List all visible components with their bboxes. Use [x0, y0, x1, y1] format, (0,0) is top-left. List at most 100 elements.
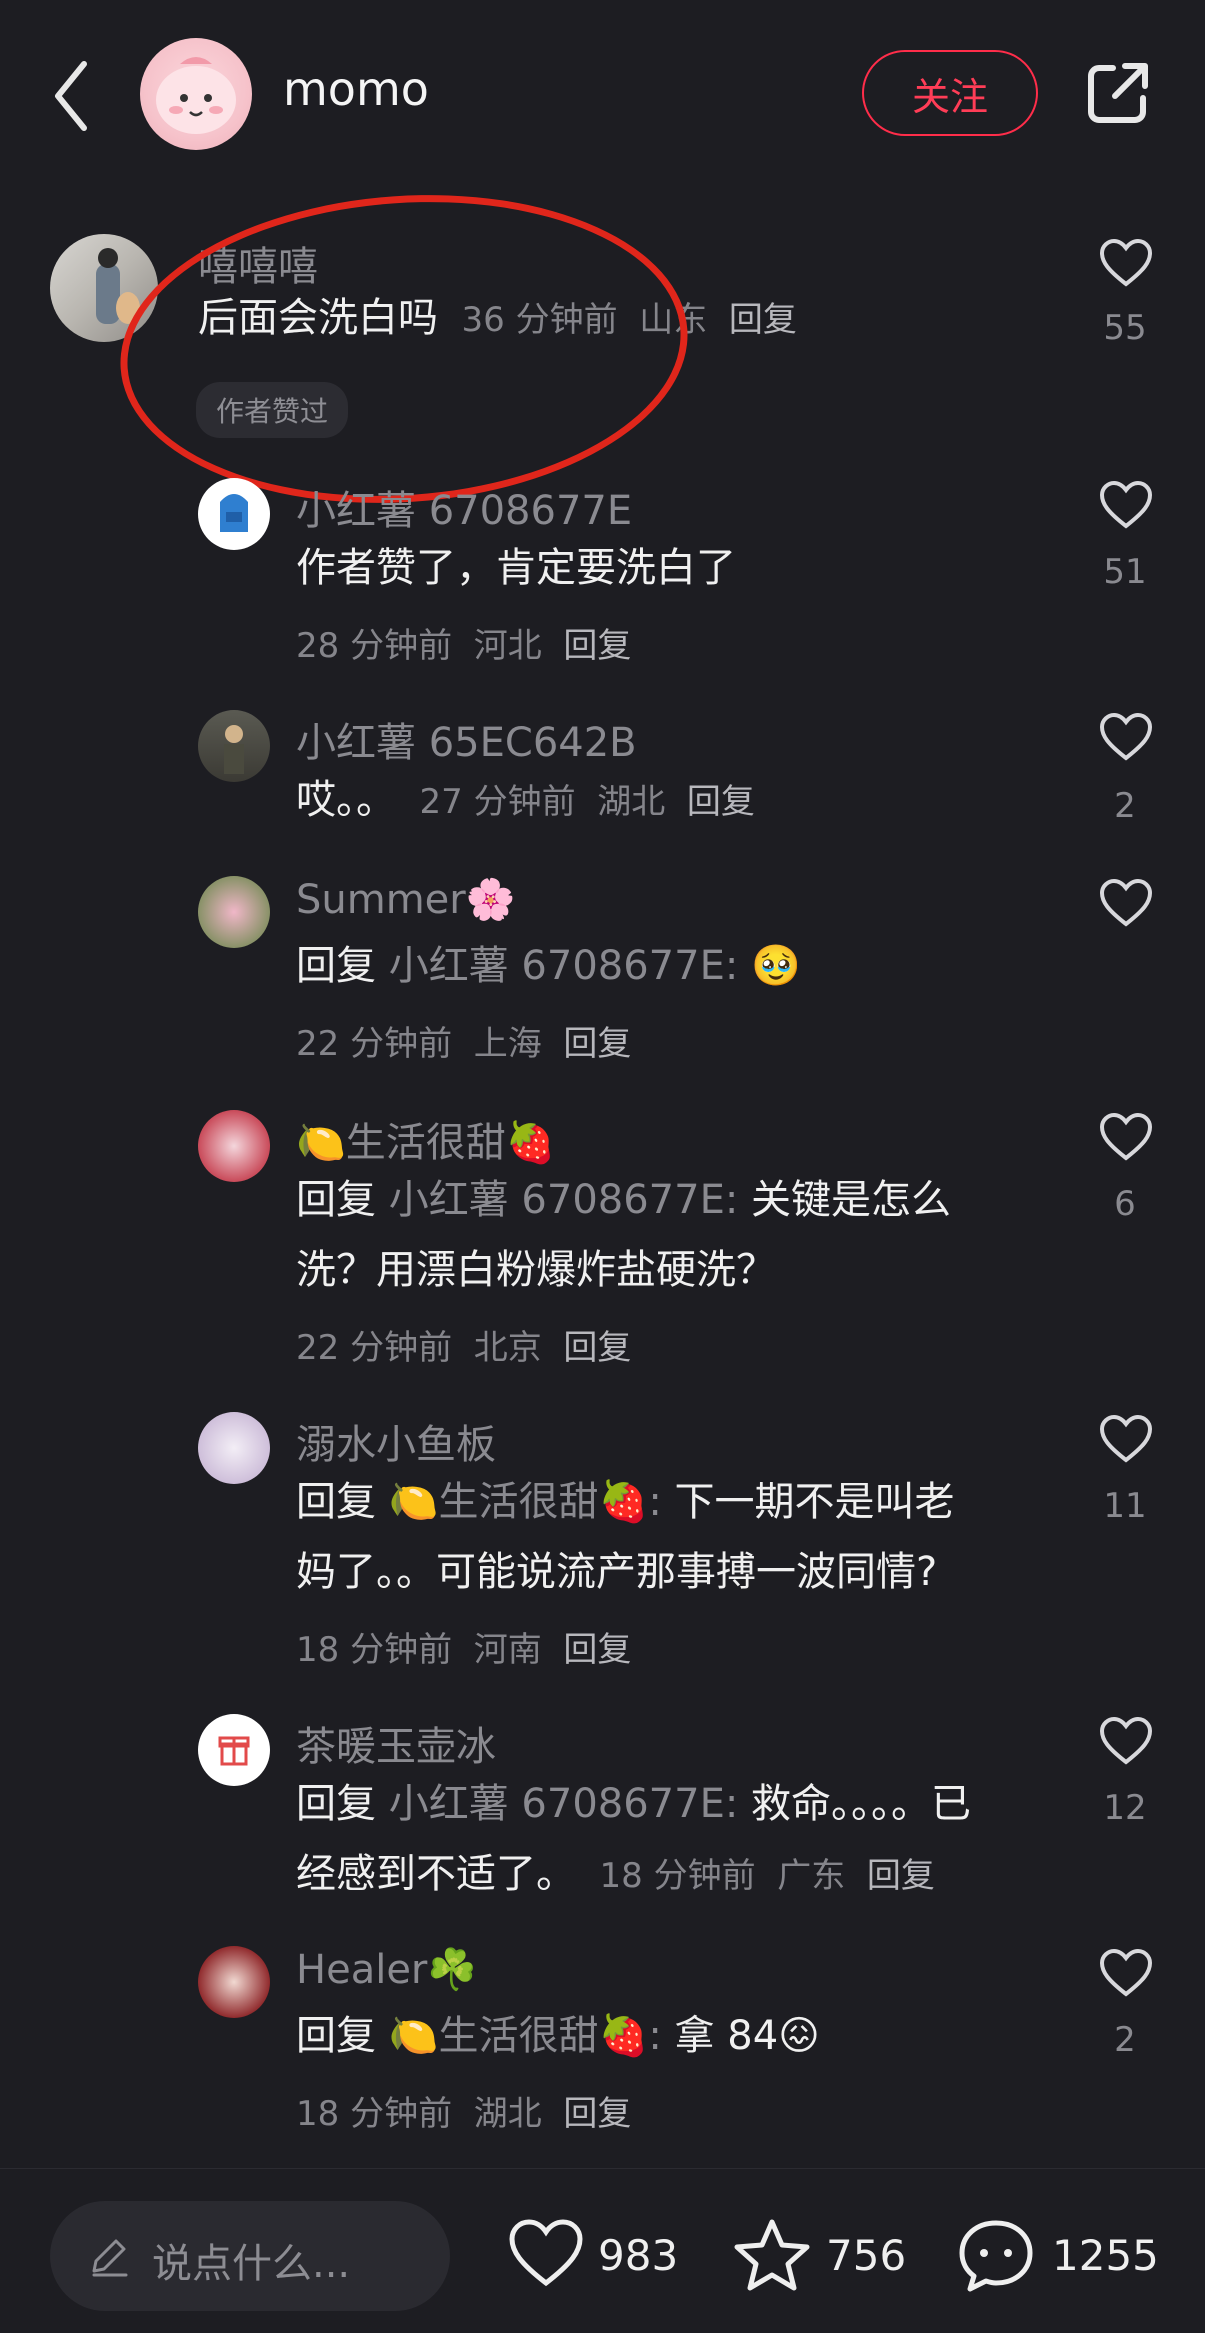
reply-location: 河北 — [473, 626, 542, 666]
heart-icon[interactable] — [1098, 878, 1156, 932]
favorite-button[interactable]: 756 — [732, 2217, 912, 2297]
reply-text: 拿 84😖 — [674, 2013, 820, 2059]
reply-body: 回复 小红薯 6708677E: 关键是怎么 — [296, 1166, 951, 1234]
heart-icon[interactable] — [1098, 238, 1156, 292]
reply-time: 28 分钟前 — [296, 626, 453, 666]
reply-meta: 22 分钟前 上海 回复 — [296, 1016, 631, 1065]
pencil-icon — [92, 2239, 128, 2277]
like-count: 11 — [1103, 1486, 1147, 1526]
reply-text-line-2: 经感到不适了。 — [296, 1851, 576, 1897]
reply-text-line-2: 妈了。。可能说流产那事搏一波同情? — [296, 1549, 938, 1595]
heart-icon — [509, 2219, 583, 2287]
like-count: 55 — [1103, 308, 1147, 348]
avatar[interactable] — [198, 1946, 270, 2018]
avatar[interactable] — [198, 876, 270, 948]
reply-to-user[interactable]: 小红薯 6708677E: — [389, 1781, 739, 1827]
reply-link[interactable]: 回复 — [563, 1630, 631, 1670]
reply-time: 18 分钟前 — [599, 1856, 756, 1896]
reply-location: 北京 — [473, 1328, 542, 1368]
heart-icon[interactable] — [1098, 1112, 1156, 1166]
reply-location: 河南 — [473, 1630, 542, 1670]
reply-meta: 18 分钟前 河南 回复 — [296, 1622, 631, 1671]
reply-username[interactable]: Summer🌸 — [296, 876, 516, 923]
heart-icon[interactable] — [1098, 480, 1156, 534]
avatar[interactable] — [198, 1110, 270, 1182]
bottom-bar: 说点什么... 983 756 1255 — [0, 2168, 1205, 2333]
back-icon[interactable] — [48, 56, 98, 136]
author-liked-badge: 作者赞过 — [196, 382, 349, 438]
reply-to-user[interactable]: 🍋生活很甜🍓: — [389, 2013, 662, 2059]
reply-meta: 18 分钟前 湖北 回复 — [296, 2086, 631, 2135]
reply-link[interactable]: 回复 — [729, 300, 797, 340]
avatar[interactable] — [50, 234, 158, 342]
avatar[interactable] — [198, 710, 270, 782]
reply-prefix: 回复 — [296, 2013, 376, 2059]
reply-link[interactable]: 回复 — [563, 1328, 631, 1368]
reply-to-user[interactable]: 小红薯 6708677E: — [389, 943, 739, 989]
reply-prefix: 回复 — [296, 943, 376, 989]
chat-icon — [959, 2220, 1033, 2292]
like-count: 2 — [1114, 786, 1136, 826]
comment-total: 1255 — [1052, 2231, 1159, 2280]
heart-icon[interactable] — [1098, 1414, 1156, 1468]
comment-body: 后面会洗白吗 36 分钟前 山东 回复 — [198, 284, 797, 354]
reply-username[interactable]: Healer☘️ — [296, 1946, 477, 1993]
reply-username[interactable]: 小红薯 6708677E — [296, 478, 632, 536]
reply-location: 湖北 — [597, 782, 666, 822]
like-count: 12 — [1103, 1788, 1147, 1828]
like-count: 6 — [1114, 1184, 1136, 1224]
reply-meta: 18 分钟前 广东 回复 — [589, 1856, 935, 1896]
like-button[interactable]: 983 — [506, 2217, 686, 2297]
comment-input-placeholder: 说点什么... — [152, 2241, 351, 2287]
heart-icon[interactable] — [1098, 1716, 1156, 1770]
reply-text: 🥹 — [751, 943, 801, 989]
avatar[interactable] — [198, 1412, 270, 1484]
reply-meta: 22 分钟前 北京 回复 — [296, 1320, 631, 1369]
reply-meta: 28 分钟前 河北 回复 — [296, 618, 631, 667]
reply-body: 回复 小红薯 6708677E: 救命。。。。已 — [296, 1770, 971, 1838]
reply-meta: 27 分钟前 湖北 回复 — [409, 782, 755, 822]
like-total: 983 — [598, 2231, 679, 2280]
author-avatar[interactable] — [140, 38, 252, 150]
comment-button[interactable]: 1255 — [956, 2217, 1166, 2297]
reply-body: 回复 🍋生活很甜🍓: 下一期不是叫老 — [296, 1468, 955, 1536]
reply-username[interactable]: 🍋生活很甜🍓 — [296, 1110, 556, 1168]
share-icon[interactable] — [1083, 58, 1153, 128]
reply-username[interactable]: 茶暖玉壶冰 — [296, 1714, 496, 1772]
favorite-total: 756 — [826, 2231, 907, 2280]
reply-link[interactable]: 回复 — [563, 2094, 631, 2134]
comment-text: 后面会洗白吗 — [198, 295, 438, 341]
reply-time: 22 分钟前 — [296, 1024, 453, 1064]
follow-button[interactable]: 关注 — [862, 50, 1038, 136]
reply-time: 27 分钟前 — [419, 782, 576, 822]
reply-text: 关键是怎么 — [751, 1177, 952, 1223]
heart-icon[interactable] — [1098, 712, 1156, 766]
comment-location: 山东 — [639, 300, 708, 340]
reply-text: 下一期不是叫老 — [674, 1479, 955, 1525]
reply-text: 救命。。。。已 — [751, 1781, 972, 1827]
reply-username[interactable]: 小红薯 65EC642B — [296, 710, 637, 768]
reply-prefix: 回复 — [296, 1781, 376, 1827]
author-name[interactable]: momo — [283, 62, 429, 116]
reply-body: 哎。。 27 分钟前 湖北 回复 — [296, 766, 755, 836]
heart-icon[interactable] — [1098, 1948, 1156, 2002]
reply-location: 上海 — [473, 1024, 542, 1064]
reply-username[interactable]: 溺水小鱼板 — [296, 1412, 496, 1470]
top-bar: momo 关注 — [0, 0, 1205, 190]
reply-body: 回复 🍋生活很甜🍓: 拿 84😖 — [296, 2002, 820, 2070]
reply-prefix: 回复 — [296, 1177, 376, 1223]
avatar[interactable] — [198, 1714, 270, 1786]
reply-to-user[interactable]: 🍋生活很甜🍓: — [389, 1479, 662, 1525]
reply-link[interactable]: 回复 — [687, 782, 755, 822]
like-count: 51 — [1103, 552, 1147, 592]
comment-time: 36 分钟前 — [461, 300, 618, 340]
avatar[interactable] — [198, 478, 270, 550]
reply-text: 作者赞了，肯定要洗白了 — [296, 545, 736, 591]
reply-to-user[interactable]: 小红薯 6708677E: — [389, 1177, 739, 1223]
reply-link[interactable]: 回复 — [867, 1856, 935, 1896]
reply-link[interactable]: 回复 — [563, 626, 631, 666]
reply-text: 哎。。 — [296, 777, 396, 823]
reply-time: 22 分钟前 — [296, 1328, 453, 1368]
comment-input[interactable]: 说点什么... — [50, 2201, 450, 2311]
reply-link[interactable]: 回复 — [563, 1024, 631, 1064]
